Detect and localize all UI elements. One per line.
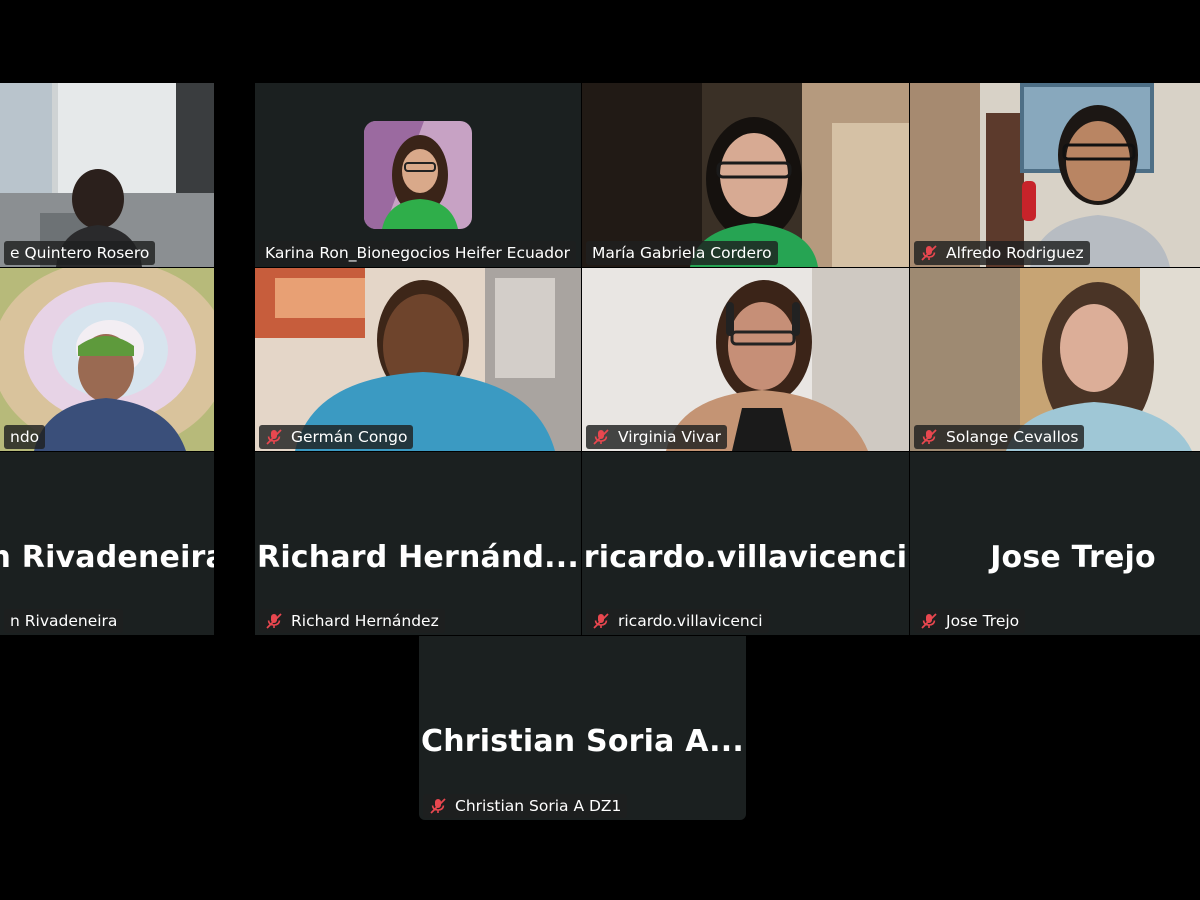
participant-tile[interactable]: Christian Soria A... Christian Soria A D… bbox=[419, 636, 746, 820]
participant-tile[interactable]: Virginia Vivar bbox=[582, 268, 909, 451]
muted-mic-icon bbox=[266, 429, 282, 445]
participant-name-label: Virginia Vivar bbox=[586, 425, 727, 449]
participant-name-label: María Gabriela Cordero bbox=[586, 241, 778, 265]
participant-tile[interactable]: Alfredo Rodriguez bbox=[910, 83, 1200, 267]
participant-tile[interactable]: ndo bbox=[0, 268, 214, 451]
participant-name-label: Alfredo Rodriguez bbox=[914, 241, 1090, 265]
participant-tile[interactable]: ricardo.villavicenci ricardo.villavicenc… bbox=[582, 452, 909, 635]
participant-display-name: ricardo.villavicenci bbox=[583, 540, 908, 575]
participant-name-label: Solange Cevallos bbox=[914, 425, 1085, 449]
participant-name-label: Richard Hernández bbox=[259, 609, 445, 633]
participant-name-label: ricardo.villavicenci bbox=[586, 609, 769, 633]
participant-display-name: Jose Trejo bbox=[990, 540, 1156, 575]
participant-name-label: Christian Soria A DZ1 bbox=[423, 794, 628, 818]
participant-video bbox=[0, 268, 214, 451]
participant-tile[interactable]: Solange Cevallos bbox=[910, 268, 1200, 451]
muted-mic-icon bbox=[921, 429, 937, 445]
participant-tile[interactable]: e Quintero Rosero bbox=[0, 83, 214, 267]
muted-mic-icon bbox=[593, 429, 609, 445]
participant-name-label: Jose Trejo bbox=[914, 609, 1026, 633]
participant-display-name: Christian Soria A... bbox=[421, 724, 744, 759]
muted-mic-icon bbox=[921, 613, 937, 629]
participant-video bbox=[255, 268, 581, 451]
participant-tile[interactable]: len Rivadeneira n Rivadeneira bbox=[0, 452, 214, 635]
participant-video bbox=[0, 83, 214, 267]
participant-video bbox=[910, 83, 1200, 267]
avatar bbox=[364, 121, 472, 229]
muted-mic-icon bbox=[430, 798, 446, 814]
participant-name-label: Karina Ron_Bionegocios Heifer Ecuador bbox=[259, 241, 576, 265]
participant-tile[interactable]: Germán Congo bbox=[255, 268, 581, 451]
participant-video bbox=[910, 268, 1200, 451]
participant-name-label: n Rivadeneira bbox=[4, 609, 124, 633]
participant-video bbox=[582, 268, 909, 451]
participant-tile-active-speaker[interactable]: María Gabriela Cordero bbox=[582, 83, 909, 267]
participant-name-label: ndo bbox=[4, 425, 46, 449]
muted-mic-icon bbox=[921, 245, 937, 261]
participant-tile[interactable]: Jose Trejo Jose Trejo bbox=[910, 452, 1200, 635]
participant-video bbox=[582, 83, 909, 267]
participant-display-name: Richard Hernánd... bbox=[257, 540, 579, 575]
participant-tile[interactable]: Karina Ron_Bionegocios Heifer Ecuador bbox=[255, 83, 581, 267]
participant-name-label: e Quintero Rosero bbox=[4, 241, 156, 265]
participant-name-label: Germán Congo bbox=[259, 425, 414, 449]
muted-mic-icon bbox=[266, 613, 282, 629]
participant-tile[interactable]: Richard Hernánd... Richard Hernández bbox=[255, 452, 581, 635]
muted-mic-icon bbox=[593, 613, 609, 629]
participant-display-name: len Rivadeneira bbox=[0, 540, 214, 575]
